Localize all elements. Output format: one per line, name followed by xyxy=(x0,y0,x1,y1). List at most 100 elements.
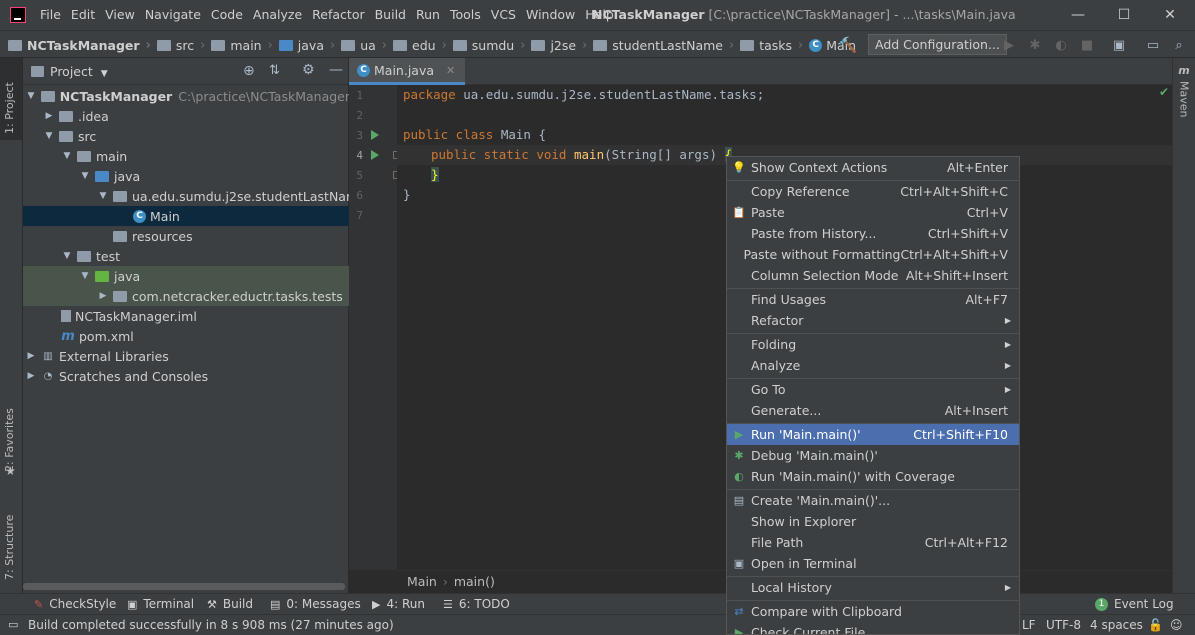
menu-run[interactable]: Run xyxy=(416,0,446,30)
menu-item-paste-from-history[interactable]: Paste from History... Ctrl+Shift+V xyxy=(727,223,1019,244)
minimize-icon[interactable]: — xyxy=(1055,0,1101,30)
line-separator-widget[interactable]: LF xyxy=(1022,615,1036,635)
menu-item-open-in-terminal[interactable]: ▣ Open in Terminal xyxy=(727,553,1019,574)
menu-item-local-history[interactable]: Local History ▶ xyxy=(727,577,1019,598)
menu-item-refactor[interactable]: Refactor ▶ xyxy=(727,310,1019,331)
tool-tab-structure[interactable]: 7: Structure xyxy=(0,498,22,588)
menu-item-file-path[interactable]: File Path Ctrl+Alt+F12 xyxy=(727,532,1019,553)
build-hammer-icon[interactable]: 🔨 xyxy=(838,35,858,55)
editor-tab-main-java[interactable]: C Main.java ✕ xyxy=(349,58,466,85)
tree-item-src[interactable]: ▼ src xyxy=(23,126,368,146)
tool-window-checkstyle[interactable]: ✎ CheckStyle xyxy=(34,594,116,614)
coverage-icon[interactable]: ◐ xyxy=(1051,35,1071,55)
tree-item-iml[interactable]: NCTaskManager.iml xyxy=(23,306,386,326)
menu-analyze[interactable]: Analyze xyxy=(253,0,308,30)
run-method-gutter-icon[interactable] xyxy=(371,150,379,160)
menu-item-paste-without-formatting[interactable]: Paste without Formatting Ctrl+Alt+Shift+V xyxy=(727,244,1019,265)
tree-item-test[interactable]: ▼ test xyxy=(23,246,386,266)
menu-item-run-main[interactable]: ▶ Run 'Main.main()' Ctrl+Shift+F10 xyxy=(727,424,1019,445)
tool-window-event-log[interactable]: 1 Event Log xyxy=(1095,594,1174,614)
menu-item-create-configuration[interactable]: ▤ Create 'Main.main()'... xyxy=(727,490,1019,511)
tool-window-build[interactable]: ⚒ Build xyxy=(207,594,253,614)
collapse-all-icon[interactable]: ⇅ xyxy=(269,63,280,78)
menu-item-debug-main[interactable]: ✱ Debug 'Main.main()' xyxy=(727,445,1019,466)
project-panel-title[interactable]: Project ▼ xyxy=(50,58,108,88)
messages-icon: ▤ xyxy=(270,597,281,611)
menu-item-find-usages[interactable]: Find Usages Alt+F7 xyxy=(727,289,1019,310)
terminal-toolbar-icon[interactable]: ▭ xyxy=(1143,35,1163,55)
tool-window-terminal[interactable]: ▣ Terminal xyxy=(127,594,194,614)
editor-crumb-class[interactable]: Main xyxy=(407,571,437,592)
stop-icon[interactable]: ■ xyxy=(1077,35,1097,55)
project-horizontal-scrollbar[interactable] xyxy=(23,580,348,593)
tree-item-project-root[interactable]: ▼ NCTaskManager C:\practice\NCTaskManager xyxy=(23,86,350,106)
menu-item-run-with-coverage[interactable]: ◐ Run 'Main.main()' with Coverage xyxy=(727,466,1019,487)
resources-folder-icon xyxy=(113,230,127,242)
menu-item-generate[interactable]: Generate... Alt+Insert xyxy=(727,400,1019,421)
crumb-edu[interactable]: edu › xyxy=(393,38,453,53)
menu-item-compare-with-clipboard[interactable]: ⇄ Compare with Clipboard xyxy=(727,601,1019,622)
hide-icon[interactable]: — xyxy=(329,62,343,78)
run-class-gutter-icon[interactable] xyxy=(371,130,379,140)
menu-view[interactable]: View xyxy=(105,0,141,30)
menu-edit[interactable]: Edit xyxy=(71,0,101,30)
status-icon[interactable]: ▭ xyxy=(8,615,18,635)
menu-window[interactable]: Window xyxy=(526,0,581,30)
close-icon[interactable]: ✕ xyxy=(446,64,455,77)
menu-tools[interactable]: Tools xyxy=(450,0,487,30)
menu-file[interactable]: File xyxy=(40,0,67,30)
debug-icon[interactable]: ✱ xyxy=(1025,35,1045,55)
crumb-tasks[interactable]: tasks › xyxy=(740,38,809,53)
search-everywhere-icon[interactable]: ⌕ xyxy=(1169,35,1189,55)
menu-item-column-selection-mode[interactable]: Column Selection Mode Alt+Shift+Insert xyxy=(727,265,1019,286)
tree-item-java-main[interactable]: ▼ java xyxy=(23,166,404,186)
menu-item-show-context-actions[interactable]: 💡 Show Context Actions Alt+Enter xyxy=(727,157,1019,178)
menu-refactor[interactable]: Refactor xyxy=(312,0,370,30)
menu-item-copy-reference[interactable]: Copy Reference Ctrl+Alt+Shift+C xyxy=(727,181,1019,202)
status-message[interactable]: Build completed successfully in 8 s 908 … xyxy=(28,615,394,635)
tool-window-messages[interactable]: ▤ 0: Messages xyxy=(270,594,361,614)
scrollbar-thumb[interactable] xyxy=(23,583,345,590)
maximize-icon[interactable]: ☐ xyxy=(1101,0,1147,30)
tree-item-idea[interactable]: ▶ .idea xyxy=(23,106,368,126)
tool-window-todo[interactable]: ☰ 6: TODO xyxy=(443,594,510,614)
gear-icon[interactable]: ⚙ xyxy=(302,62,315,78)
tree-item-external-libraries[interactable]: ▶ ▥ External Libraries xyxy=(23,346,350,366)
tree-item-scratches[interactable]: ▶ ◔ Scratches and Consoles xyxy=(23,366,350,386)
crumb-j2se[interactable]: j2se › xyxy=(531,38,593,53)
run-icon[interactable]: ▶ xyxy=(999,35,1019,55)
crumb-project[interactable]: NCTaskManager › xyxy=(8,38,157,53)
crumb-sumdu[interactable]: sumdu › xyxy=(452,38,532,53)
crumb-main[interactable]: main › xyxy=(211,38,278,53)
editor-crumb-method[interactable]: main() xyxy=(454,571,495,592)
project-structure-icon[interactable]: ▣ xyxy=(1109,35,1129,55)
tree-item-main[interactable]: ▼ main xyxy=(23,146,386,166)
tool-tab-project[interactable]: 1: Project xyxy=(0,58,22,140)
menu-item-paste[interactable]: 📋 Paste Ctrl+V xyxy=(727,202,1019,223)
menu-item-analyze[interactable]: Analyze ▶ xyxy=(727,355,1019,376)
tool-tab-favorites[interactable]: 2: Favorites ★ xyxy=(0,398,22,488)
tree-item-java-test[interactable]: ▼ java xyxy=(23,266,404,286)
crumb-java[interactable]: java › xyxy=(278,38,341,53)
menu-item-show-in-explorer[interactable]: Show in Explorer xyxy=(727,511,1019,532)
crumb-ua[interactable]: ua › xyxy=(341,38,393,53)
inspector-icon[interactable]: ☺ xyxy=(1170,615,1183,635)
add-configuration-button[interactable]: Add Configuration... xyxy=(868,34,1007,55)
menu-code[interactable]: Code xyxy=(211,0,249,30)
menu-item-folding[interactable]: Folding ▶ xyxy=(727,334,1019,355)
crumb-studentlastname[interactable]: studentLastName › xyxy=(593,38,740,53)
tool-window-run[interactable]: ▶ 4: Run xyxy=(372,594,425,614)
tool-tab-maven[interactable]: m Maven xyxy=(1177,64,1191,117)
indent-widget[interactable]: 4 spaces xyxy=(1090,615,1143,635)
menu-item-check-current-file[interactable]: ▶ Check Current File xyxy=(727,622,1019,634)
crumb-src[interactable]: src › xyxy=(156,38,211,53)
menu-build[interactable]: Build xyxy=(375,0,412,30)
encoding-widget[interactable]: UTF-8 xyxy=(1046,615,1081,635)
menu-vcs[interactable]: VCS xyxy=(491,0,522,30)
menu-item-go-to[interactable]: Go To ▶ xyxy=(727,379,1019,400)
menu-navigate[interactable]: Navigate xyxy=(145,0,207,30)
close-icon[interactable]: ✕ xyxy=(1147,0,1193,30)
locate-icon[interactable]: ⊕ xyxy=(243,63,255,79)
tree-item-pom[interactable]: m pom.xml xyxy=(23,326,386,346)
lock-icon[interactable]: 🔓 xyxy=(1148,615,1163,635)
